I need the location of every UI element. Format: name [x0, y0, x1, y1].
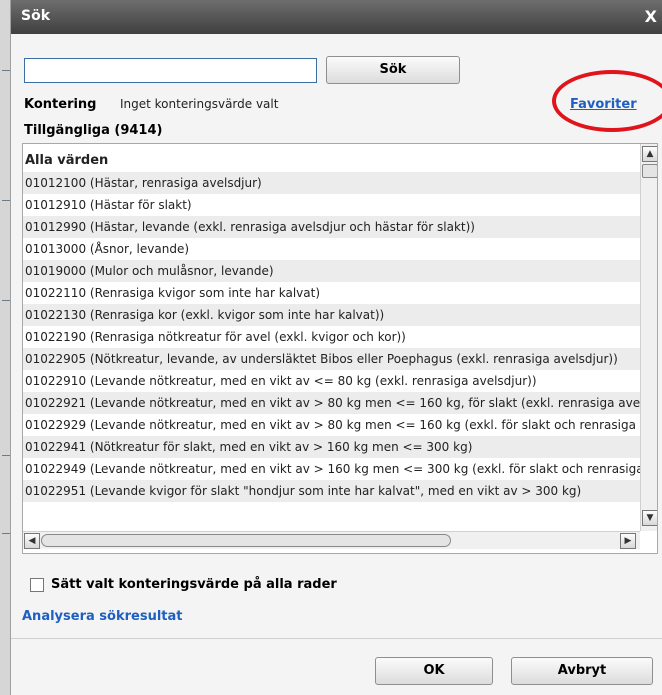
screen: Sök X Sök Kontering Inget konteringsvärd… [0, 0, 662, 695]
favorites-highlight-circle [552, 70, 662, 132]
list-item[interactable]: 01022130 (Renrasiga kor (exkl. kvigor so… [23, 304, 640, 326]
horizontal-scrollbar[interactable]: ◀ ▶ [23, 531, 640, 549]
list-item[interactable]: 01022921 (Levande nötkreatur, med en vik… [23, 392, 640, 414]
cancel-button[interactable]: Avbryt [511, 657, 653, 685]
ok-button[interactable]: OK [375, 657, 493, 685]
analyze-results-link[interactable]: Analysera sökresultat [22, 609, 182, 624]
vertical-scrollbar[interactable]: ▲ ▼ [640, 144, 657, 531]
vertical-scroll-thumb[interactable] [642, 164, 657, 178]
list-header[interactable]: Alla värden [23, 150, 640, 172]
search-input[interactable] [24, 58, 317, 83]
search-dialog: Sök X Sök Kontering Inget konteringsvärd… [10, 0, 662, 695]
available-heading: Tillgängliga (9414) [24, 123, 163, 138]
list-item[interactable]: 01022905 (Nötkreatur, levande, av unders… [23, 348, 640, 370]
scroll-up-icon[interactable]: ▲ [642, 146, 657, 162]
horizontal-scroll-thumb[interactable] [41, 534, 451, 547]
scroll-right-icon[interactable]: ▶ [620, 533, 636, 549]
scroll-down-icon[interactable]: ▼ [642, 510, 657, 526]
close-icon[interactable]: X [645, 7, 657, 26]
footer-divider [11, 638, 662, 639]
apply-all-checkbox[interactable] [30, 578, 44, 592]
values-listbox[interactable]: Alla värden 01012100 (Hästar, renrasiga … [22, 143, 658, 554]
list-item[interactable]: 01012910 (Hästar för slakt) [23, 194, 640, 216]
dialog-titlebar[interactable]: Sök X [11, 0, 662, 34]
list-item[interactable]: 01022190 (Renrasiga nötkreatur för avel … [23, 326, 640, 348]
list-item[interactable]: 01022951 (Levande kvigor för slakt "hond… [23, 480, 640, 502]
kontering-label: Kontering [24, 97, 97, 112]
apply-all-label[interactable]: Sätt valt konteringsvärde på alla rader [51, 577, 337, 592]
list-item[interactable]: 01012990 (Hästar, levande (exkl. renrasi… [23, 216, 640, 238]
dialog-title: Sök [21, 8, 51, 24]
list-item[interactable]: 01012100 (Hästar, renrasiga avelsdjur) [23, 172, 640, 194]
scroll-left-icon[interactable]: ◀ [24, 533, 40, 549]
kontering-value: Inget konteringsvärde valt [120, 97, 279, 111]
search-button[interactable]: Sök [326, 56, 460, 84]
list-item[interactable]: 01022949 (Levande nötkreatur, med en vik… [23, 458, 640, 480]
values-list: Alla värden 01012100 (Hästar, renrasiga … [23, 150, 640, 530]
list-item[interactable]: 01022929 (Levande nötkreatur, med en vik… [23, 414, 640, 436]
list-item[interactable]: 01022110 (Renrasiga kvigor som inte har … [23, 282, 640, 304]
list-item[interactable]: 01013000 (Åsnor, levande) [23, 238, 640, 260]
list-item[interactable]: 01022910 (Levande nötkreatur, med en vik… [23, 370, 640, 392]
list-item[interactable]: 01019000 (Mulor och mulåsnor, levande) [23, 260, 640, 282]
list-item[interactable]: 01022941 (Nötkreatur för slakt, med en v… [23, 436, 640, 458]
